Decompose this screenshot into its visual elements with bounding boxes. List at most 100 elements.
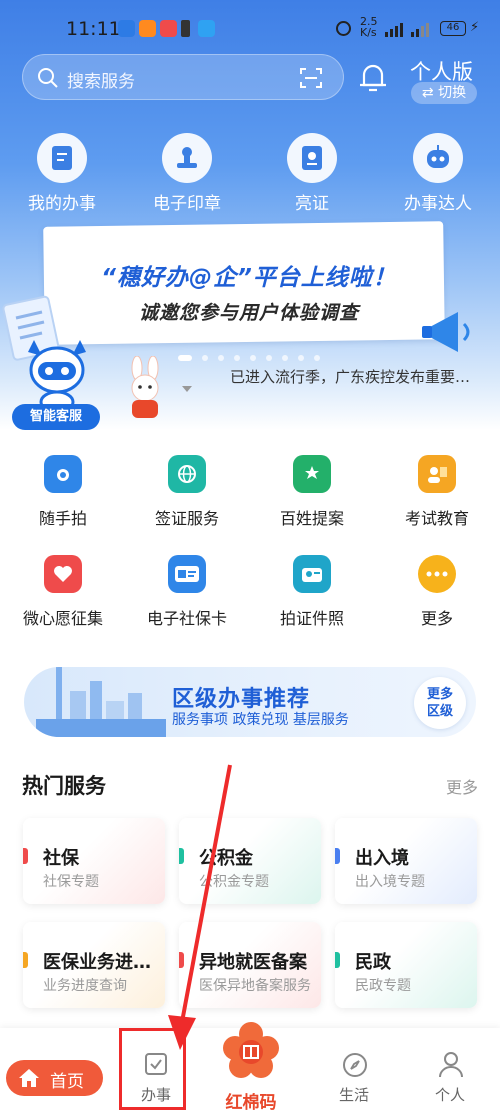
- document-icon: [37, 133, 87, 183]
- district-more-line2: 区级: [426, 704, 453, 719]
- switch-button[interactable]: ⇄ 切换: [411, 82, 477, 104]
- topnav-expert[interactable]: 办事达人: [388, 133, 488, 214]
- card-title: 出入境: [355, 848, 409, 869]
- smart-service-button[interactable]: 智能客服: [12, 404, 100, 430]
- service-card-immigration[interactable]: 出入境 出入境专题: [335, 818, 477, 904]
- grid-item-label: 百姓提案: [279, 509, 344, 528]
- banner-subheadline: 诚邀您参与用户体验调查: [138, 302, 359, 324]
- red-arrow-annotation: [168, 764, 232, 1050]
- district-more-line1: 更多: [426, 687, 453, 702]
- network-speed: 2.5 K/s: [360, 16, 378, 38]
- nav-personal-label: 个人: [434, 1086, 465, 1104]
- grid-item-id-photo[interactable]: 拍证件照: [257, 555, 367, 629]
- search-icon: [38, 68, 58, 88]
- district-services-banner[interactable]: 区级办事推荐 服务事项 政策兑现 基层服务 更多 区级: [24, 667, 476, 737]
- card-subtitle: 社保专题: [43, 874, 99, 890]
- battery-level: 46: [446, 22, 460, 33]
- card-subtitle: 业务进度查询: [43, 978, 127, 994]
- hot-services-more-link[interactable]: 更多: [446, 774, 478, 798]
- banner-pagination: [178, 346, 330, 361]
- promo-banner[interactable]: “穗好办@企”平台上线啦！ 诚邀您参与用户体验调查: [43, 221, 445, 345]
- card-accent: [335, 952, 340, 968]
- news-ticker[interactable]: 已进入流行季，广东疾控发布重要…: [230, 366, 470, 387]
- card-icon: [168, 555, 206, 593]
- topnav-label: 电子印章: [153, 194, 221, 214]
- network-speed-unit: K/s: [360, 26, 377, 39]
- nav-home-label: 首页: [50, 1072, 84, 1092]
- grid-item-snapshot[interactable]: 随手拍: [8, 455, 118, 529]
- topnav-label: 亮证: [295, 194, 329, 214]
- battery-app-icon: [181, 20, 190, 37]
- id-photo-icon: [293, 555, 331, 593]
- megaphone-illustration: [422, 312, 470, 352]
- nav-hongmian-label: 红棉码: [225, 1093, 277, 1111]
- bell-icon[interactable]: [356, 60, 390, 94]
- scan-icon[interactable]: [299, 67, 323, 89]
- topnav-e-seal[interactable]: 电子印章: [137, 133, 237, 214]
- grid-item-label: 微心愿征集: [22, 609, 103, 628]
- battery-icon: 46: [440, 21, 466, 36]
- heart-icon: [44, 555, 82, 593]
- shield-app-icon: [118, 20, 135, 37]
- grid-item-visa[interactable]: 签证服务: [132, 455, 242, 529]
- charging-icon: ⚡: [470, 20, 480, 35]
- rabbit-mascot: [131, 356, 159, 418]
- grid-item-label: 考试教育: [404, 509, 469, 528]
- status-time: 11:11: [66, 18, 121, 40]
- status-bar: 11:11 2.5 K/s 46 ⚡: [0, 0, 500, 54]
- district-more-button[interactable]: 更多 区级: [414, 677, 466, 729]
- grid-item-label: 电子社保卡: [146, 609, 227, 628]
- proposal-icon: [293, 455, 331, 493]
- switch-label: 切换: [438, 85, 467, 101]
- card-title: 社保: [43, 848, 79, 869]
- banner-headline: “穗好办@企”平台上线啦！: [101, 265, 397, 291]
- nav-life-label: 生活: [338, 1086, 369, 1104]
- grid-item-wish[interactable]: 微心愿征集: [8, 555, 118, 629]
- service-card-medical-progress[interactable]: 医保业务进… 业务进度查询: [23, 922, 165, 1008]
- chevron-down-icon[interactable]: [182, 386, 192, 392]
- card-subtitle: 民政专题: [355, 978, 411, 994]
- service-card-social-security[interactable]: 社保 社保专题: [23, 818, 165, 904]
- education-icon: [418, 455, 456, 493]
- search-app-icon: [198, 20, 215, 37]
- card-title: 医保业务进…: [43, 952, 151, 973]
- card-accent: [23, 952, 28, 968]
- more-icon: [418, 555, 456, 593]
- card-title: 民政: [355, 952, 391, 973]
- globe-icon: [168, 455, 206, 493]
- alarm-icon: [336, 21, 351, 36]
- grid-item-label: 随手拍: [38, 509, 87, 528]
- search-placeholder: 搜索服务: [67, 72, 135, 92]
- service-card-civil-affairs[interactable]: 民政 民政专题: [335, 922, 477, 1008]
- topnav-show-certificate[interactable]: 亮证: [262, 133, 362, 214]
- district-subtitle: 服务事项 政策兑现 基层服务: [172, 712, 349, 728]
- signal-icon: [385, 23, 429, 37]
- robot-icon: [413, 133, 463, 183]
- city-skyline-illustration: [36, 667, 166, 737]
- kapok-flower-icon: [223, 1022, 279, 1078]
- nav-home[interactable]: 首页: [6, 1060, 103, 1096]
- topnav-my-tasks[interactable]: 我的办事: [12, 133, 112, 214]
- grid-item-education[interactable]: 考试教育: [382, 455, 492, 529]
- card-accent: [335, 848, 340, 864]
- topnav-label: 我的办事: [28, 194, 96, 214]
- person-icon: [439, 1052, 463, 1078]
- grid-item-label: 拍证件照: [279, 609, 344, 628]
- switch-arrows-icon: ⇄: [421, 85, 434, 101]
- grid-item-more[interactable]: 更多: [382, 555, 492, 629]
- grid-item-label: 签证服务: [154, 509, 219, 528]
- video-app-icon: [139, 20, 156, 37]
- grid-item-social-card[interactable]: 电子社保卡: [132, 555, 242, 629]
- grid-item-label: 更多: [420, 609, 453, 628]
- topnav-label: 办事达人: [404, 194, 472, 214]
- stamp-icon: [162, 133, 212, 183]
- home-icon: [19, 1069, 39, 1087]
- search-bar[interactable]: 搜索服务: [22, 54, 344, 100]
- assistant-mascot[interactable]: [20, 330, 94, 414]
- grid-item-proposal[interactable]: 百姓提案: [257, 455, 367, 529]
- nav-life[interactable]: 生活: [324, 1050, 384, 1106]
- hot-services-title: 热门服务: [22, 774, 106, 798]
- book-app-icon: [160, 20, 177, 37]
- camera-icon: [44, 455, 82, 493]
- nav-personal[interactable]: 个人: [420, 1050, 480, 1106]
